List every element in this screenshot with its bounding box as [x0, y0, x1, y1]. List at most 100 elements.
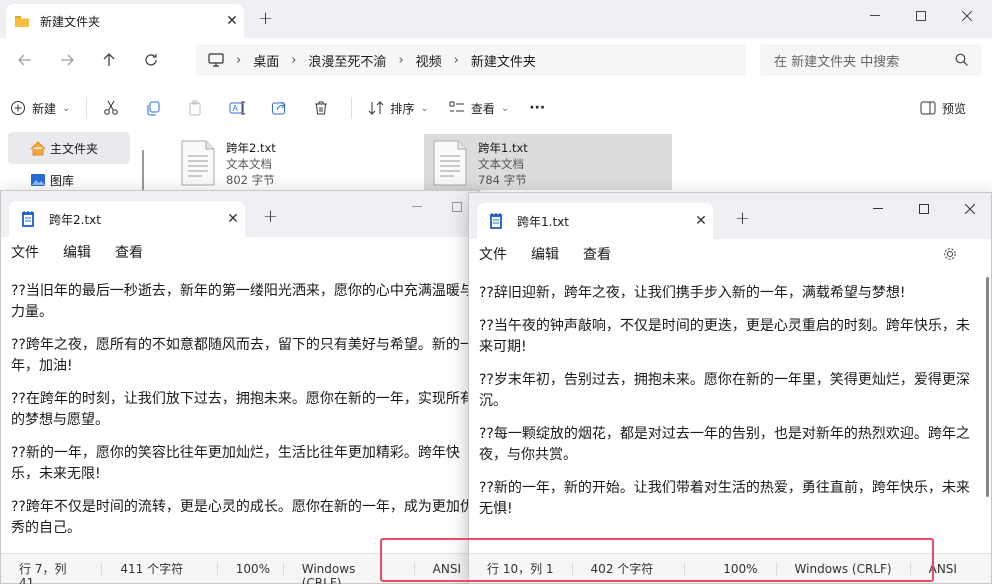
view-button[interactable]: 查看 ⌄ — [439, 92, 519, 124]
search-icon[interactable] — [955, 53, 968, 66]
menu-view[interactable]: 查看 — [583, 244, 611, 264]
divider — [86, 97, 88, 119]
home-icon — [30, 140, 46, 155]
text-line: ??在跨年的时刻，让我们放下过去，拥抱未来。愿你在新的一年，实现所有的梦想与愿望… — [11, 391, 474, 428]
notepad-tab-bar: 跨年2.txt ✕ + — [1, 191, 479, 237]
breadcrumb-item[interactable]: 视频 — [416, 51, 442, 70]
sort-label: 排序 — [390, 101, 415, 116]
text-line: ??每一颗绽放的烟花，都是对过去一年的告别，也是对新年的热烈欢迎。跨年之夜，与你… — [479, 426, 970, 463]
new-tab-icon[interactable]: + — [258, 8, 273, 29]
share-icon — [271, 100, 293, 116]
menu-view[interactable]: 查看 — [115, 242, 143, 262]
text-file-icon — [433, 140, 467, 186]
navigation-pane: 主文件夹 图库 — [0, 132, 140, 192]
explorer-tab[interactable]: 新建文件夹 ✕ — [6, 4, 244, 38]
zoom-level[interactable]: 100% — [218, 561, 284, 576]
notepad-tab[interactable]: 跨年2.txt ✕ — [9, 201, 245, 237]
file-item-selected[interactable]: 跨年1.txt 文本文档 784 字节 — [424, 134, 672, 190]
sidebar-item-label: 主文件夹 — [50, 141, 99, 156]
close-window-icon[interactable] — [944, 0, 990, 32]
back-arrow-icon[interactable] — [8, 43, 42, 77]
menu-file[interactable]: 文件 — [479, 244, 507, 264]
minimize-icon[interactable] — [397, 197, 437, 217]
maximize-icon[interactable] — [901, 193, 947, 225]
sort-button[interactable]: 排序 ⌄ — [358, 92, 438, 124]
close-tab-icon[interactable]: ✕ — [220, 9, 244, 33]
notepad-text-area[interactable]: ??辞旧迎新，跨年之夜，让我们携手步入新的一年，满载希望与梦想! ??当午夜的钟… — [469, 273, 991, 553]
copy-icon — [145, 100, 167, 116]
text-line: ??岁末年初，告别过去，拥抱未来。愿你在新的一年里，笑得更灿烂，爱得更深沉。 — [479, 372, 970, 409]
text-line: ??新的一年，新的开始。让我们带着对生活的热爱，勇往直前，跨年快乐，未来无惧! — [479, 480, 970, 517]
text-line: ??跨年不仅是时间的流转，更是心灵的成长。愿你在新的一年，成为更加优秀的自己。 — [11, 499, 474, 536]
menu-edit[interactable]: 编辑 — [63, 242, 91, 262]
divider — [351, 97, 353, 119]
search-placeholder: 在 新建文件夹 中搜索 — [774, 54, 900, 70]
folder-icon — [14, 14, 30, 28]
text-line: ??当午夜的钟声敲响，不仅是时间的更迭，更是心灵重启的时刻。跨年快乐，未来可期! — [479, 318, 970, 355]
refresh-icon[interactable] — [134, 43, 168, 77]
notepad-tab-title: 跨年1.txt — [517, 214, 569, 229]
explorer-tab-title: 新建文件夹 — [40, 14, 101, 29]
notepad-text-area[interactable]: ??当旧年的最后一秒逝去，新年的第一缕阳光洒来，愿你的心中充满温暖与力量。 ??… — [1, 271, 479, 553]
file-name: 跨年2.txt — [226, 141, 276, 155]
minimize-icon[interactable] — [852, 0, 898, 32]
sort-icon — [369, 101, 384, 115]
search-input[interactable]: 在 新建文件夹 中搜索 — [760, 44, 982, 76]
notepad-tab[interactable]: 跨年1.txt ✕ — [477, 203, 713, 239]
explorer-tab-bar: 新建文件夹 ✕ + — [0, 0, 992, 38]
breadcrumb-item[interactable]: 浪漫至死不渝 — [308, 51, 386, 70]
file-size: 802 字节 — [226, 173, 275, 187]
char-count: 411 个字符 — [102, 561, 218, 576]
notepad-window-2: 跨年2.txt ✕ + 文件 编辑 查看 ??当旧年的最后一秒逝去，新年的第一缕… — [0, 190, 480, 584]
more-button[interactable]: ··· — [519, 92, 555, 124]
file-type: 文本文档 — [226, 157, 272, 171]
trash-icon — [313, 100, 335, 116]
preview-pane-icon — [920, 101, 936, 115]
notepad-icon — [22, 211, 34, 227]
breadcrumb[interactable]: › 桌面 › 浪漫至死不渝 › 视频 › 新建文件夹 — [196, 44, 746, 76]
text-line: ??当旧年的最后一秒逝去，新年的第一缕阳光洒来，愿你的心中充满温暖与力量。 — [11, 283, 474, 320]
maximize-icon[interactable] — [898, 0, 944, 32]
paste-button[interactable] — [177, 92, 219, 124]
notepad-window-1: 跨年1.txt ✕ + 文件 编辑 查看 ??辞旧迎新，跨年之夜，让我们携手步入… — [468, 192, 992, 584]
up-arrow-icon[interactable] — [92, 43, 126, 77]
rename-button[interactable]: A — [219, 92, 261, 124]
menu-edit[interactable]: 编辑 — [531, 244, 559, 264]
close-window-icon[interactable] — [947, 193, 992, 225]
breadcrumb-item[interactable]: 新建文件夹 — [471, 51, 536, 70]
close-tab-icon[interactable]: ✕ — [221, 207, 245, 231]
text-line: ??新的一年，愿你的笑容比往年更加灿烂，生活比往年更加精彩。跨年快乐，未来无限! — [11, 445, 460, 482]
new-label: 新建 — [32, 101, 57, 116]
cut-button[interactable] — [93, 92, 135, 124]
notepad-menu-bar: 文件 编辑 查看 — [469, 239, 991, 269]
view-icon — [449, 101, 464, 112]
share-button[interactable] — [261, 92, 303, 124]
file-type: 文本文档 — [478, 157, 524, 171]
notepad-menu-bar: 文件 编辑 查看 — [1, 237, 479, 267]
preview-button[interactable]: 预览 — [910, 92, 976, 124]
menu-file[interactable]: 文件 — [11, 242, 39, 262]
computer-icon[interactable] — [208, 53, 224, 67]
breadcrumb-item[interactable]: 桌面 — [253, 51, 279, 70]
sidebar-item-home[interactable]: 主文件夹 — [8, 132, 130, 164]
new-button[interactable]: 新建 ⌄ — [0, 92, 80, 124]
file-size: 784 字节 — [478, 173, 527, 187]
notepad-tab-bar: 跨年1.txt ✕ + — [469, 193, 991, 239]
close-tab-icon[interactable]: ✕ — [689, 209, 713, 233]
text-line: ??辞旧迎新，跨年之夜，让我们携手步入新的一年，满载希望与梦想! — [479, 285, 906, 301]
forward-arrow-icon[interactable] — [50, 43, 84, 77]
new-tab-icon[interactable]: + — [263, 206, 278, 227]
text-line: ??跨年之夜，愿所有的不如意都随风而去，留下的只有美好与希望。新的一年，加油! — [11, 337, 474, 374]
scrollbar[interactable] — [142, 150, 144, 190]
notepad-tab-title: 跨年2.txt — [49, 212, 101, 227]
new-tab-icon[interactable]: + — [735, 208, 750, 229]
delete-button[interactable] — [303, 92, 345, 124]
copy-button[interactable] — [135, 92, 177, 124]
gallery-icon — [31, 174, 45, 186]
cursor-position: 行 7，列 41 — [1, 561, 103, 584]
settings-gear-icon[interactable] — [943, 247, 957, 261]
minimize-icon[interactable] — [855, 193, 901, 225]
scrollbar[interactable] — [986, 277, 989, 497]
preview-label: 预览 — [942, 101, 967, 116]
file-item[interactable]: 跨年2.txt 文本文档 802 字节 — [172, 134, 422, 190]
